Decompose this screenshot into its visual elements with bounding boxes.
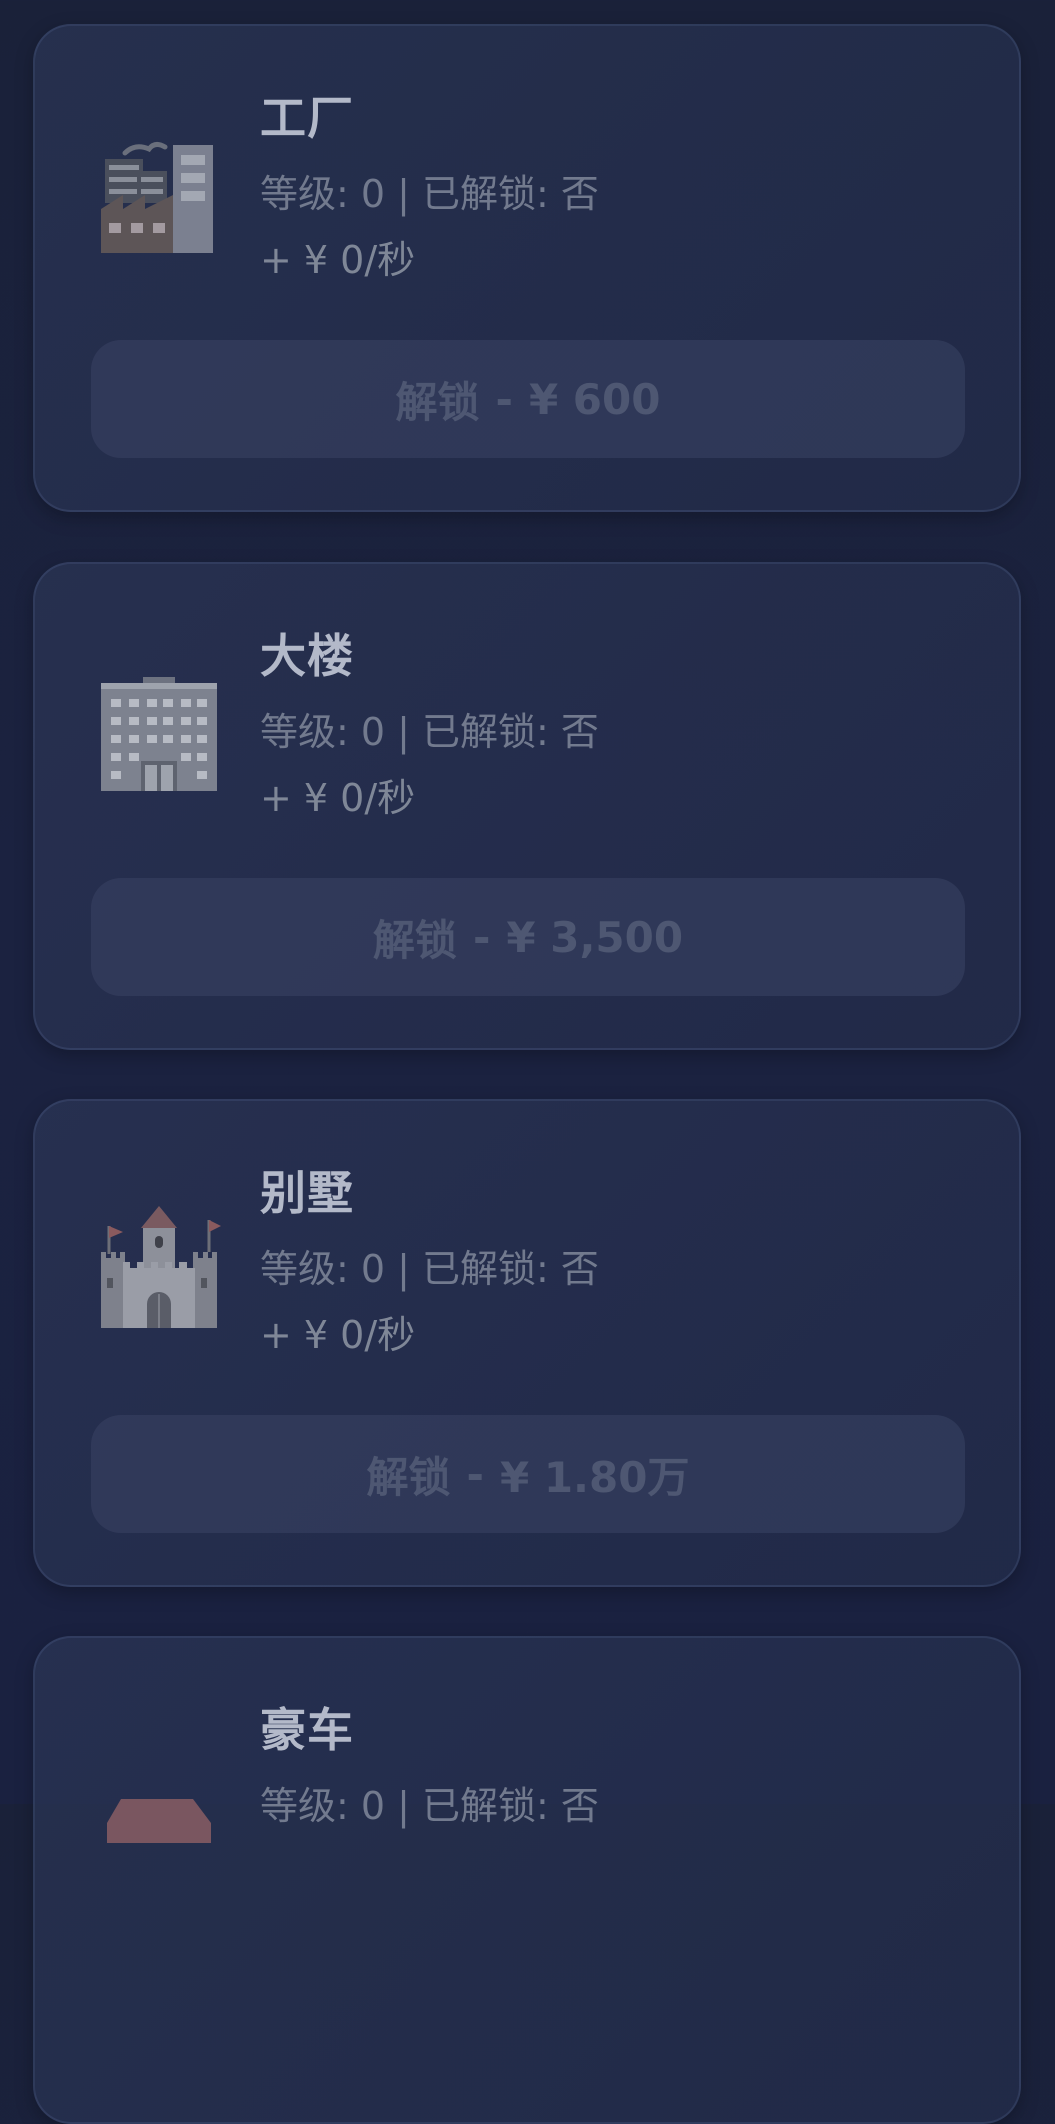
office-building-icon <box>97 669 221 793</box>
unlock-label: 解锁 <box>395 377 480 427</box>
asset-title: 豪车 <box>260 1703 354 1757</box>
unlock-price: ¥ 600 <box>528 374 661 424</box>
unlock-button[interactable]: 解锁 - ¥ 600 <box>91 340 965 458</box>
asset-title: 工厂 <box>260 91 354 145</box>
asset-income-rate: + ¥ 0/秒 <box>260 238 416 282</box>
unlock-price: ¥ 3,500 <box>506 912 684 962</box>
unlock-separator: - <box>472 912 491 962</box>
unlock-button[interactable]: 解锁 - ¥ 3,500 <box>91 878 965 996</box>
castle-icon <box>97 1206 221 1330</box>
asset-title: 别墅 <box>260 1166 354 1220</box>
asset-level-status: 等级: 0 | 已解锁: 否 <box>260 1784 599 1828</box>
unlock-separator: - <box>495 374 513 424</box>
asset-income-rate: + ¥ 0/秒 <box>260 776 416 820</box>
car-icon <box>97 1743 221 1867</box>
asset-level-status: 等级: 0 | 已解锁: 否 <box>260 710 599 754</box>
unlock-separator: - <box>466 1449 484 1499</box>
asset-card-building: 大楼 等级: 0 | 已解锁: 否 + ¥ 0/秒 解锁 - ¥ 3,500 <box>33 562 1021 1050</box>
unlock-label: 解锁 <box>372 915 457 965</box>
asset-level-status: 等级: 0 | 已解锁: 否 <box>260 1247 599 1291</box>
asset-card-villa: 别墅 等级: 0 | 已解锁: 否 + ¥ 0/秒 解锁 - ¥ 1.80万 <box>33 1099 1021 1587</box>
factory-icon <box>97 131 221 255</box>
asset-level-status: 等级: 0 | 已解锁: 否 <box>260 172 599 216</box>
unlock-price: ¥ 1.80万 <box>499 1452 690 1502</box>
asset-title: 大楼 <box>260 629 354 683</box>
asset-card-car: 豪车 等级: 0 | 已解锁: 否 <box>33 1636 1021 2124</box>
unlock-label: 解锁 <box>366 1452 451 1502</box>
asset-income-rate: + ¥ 0/秒 <box>260 1313 416 1357</box>
unlock-button[interactable]: 解锁 - ¥ 1.80万 <box>91 1415 965 1533</box>
asset-card-factory: 工厂 等级: 0 | 已解锁: 否 + ¥ 0/秒 解锁 - ¥ 600 <box>33 24 1021 512</box>
